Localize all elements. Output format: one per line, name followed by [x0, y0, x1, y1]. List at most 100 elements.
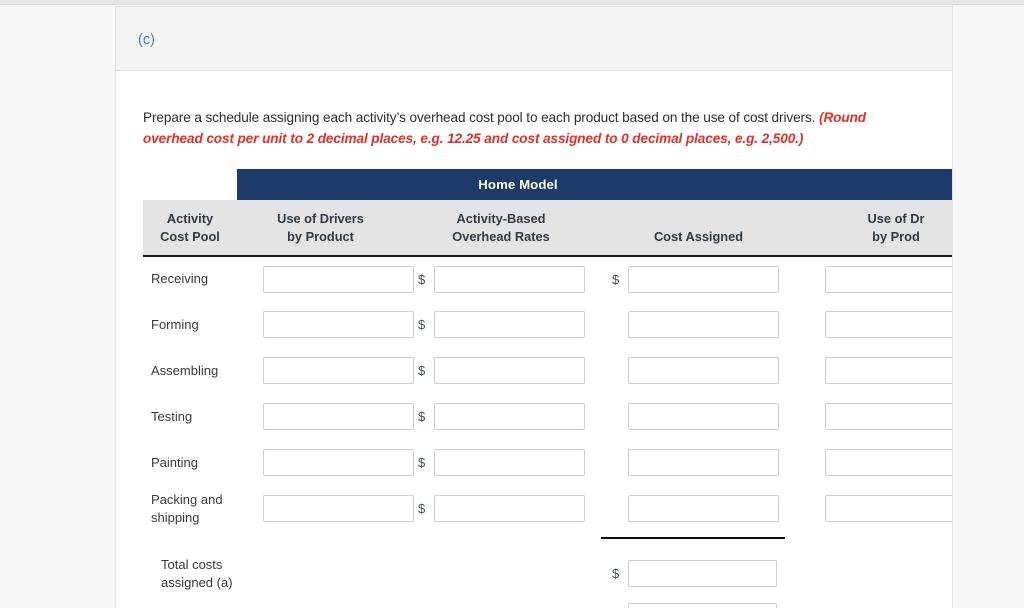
input-rate-packing[interactable] [434, 495, 585, 523]
dollar-sign-rate-testing: $ [418, 409, 426, 425]
screen: (c) Prepare a schedule assigning each ac… [0, 0, 1024, 608]
instructions-main: Prepare a schedule assigning each activi… [143, 109, 816, 125]
row-label-forming: Forming [151, 316, 199, 332]
input-cost-painting[interactable] [628, 449, 779, 477]
input-units[interactable] [628, 602, 777, 608]
cell-units-cost: $ [598, 602, 799, 608]
cell-drivers2-receiving [799, 256, 952, 302]
header-cost-assigned-line1: Cost Assigned [653, 229, 744, 245]
table-row: Assembling $ [143, 348, 952, 394]
row-label-units: Units [143, 603, 237, 608]
header-activity-cost-pool-line1: Activity [166, 210, 214, 226]
dollar-sign-total-cost: $ [612, 566, 620, 582]
dollar-sign-rate-forming: $ [418, 317, 426, 333]
cell-units-drivers2 [799, 603, 952, 608]
input-total-cost-assigned[interactable] [628, 560, 777, 588]
cell-units-rate [404, 603, 598, 608]
input-cost-testing[interactable] [628, 403, 779, 431]
cell-rate-forming: $ [404, 302, 598, 348]
cell-drivers2-forming [799, 302, 952, 348]
cell-rate-packing: $ [404, 486, 598, 532]
cell-drivers2-packing [799, 486, 952, 532]
header-activity-cost-pool: Activity Cost Pool [143, 199, 237, 257]
cell-cost-forming: $ [598, 302, 799, 348]
input-rate-assembling[interactable] [434, 357, 585, 385]
input-drivers2-assembling[interactable] [825, 357, 952, 385]
row-label-testing: Testing [151, 408, 193, 424]
cell-drivers2-testing [799, 394, 952, 440]
rule-spacer-1 [143, 532, 237, 545]
rule-spacer-5 [799, 532, 952, 545]
input-drivers2-packing[interactable] [825, 495, 952, 523]
table-row-total: Total costs assigned (a) $ [143, 545, 952, 603]
cell-total-drivers2 [799, 545, 952, 603]
row-label-total-costs-assigned: Total costs assigned (a) [161, 556, 233, 590]
header-cost-assigned: Cost Assigned [598, 199, 799, 257]
row-label-assembling: Assembling [151, 362, 219, 378]
header-use-of-drivers-2: Use of Dr by Prod [799, 199, 952, 257]
cell-drivers2-painting [799, 440, 952, 486]
input-drivers-assembling[interactable] [263, 357, 414, 385]
schedule-table-body: Receiving $ $ Forming $ Assembling $ Tes… [143, 256, 952, 608]
input-drivers-receiving[interactable] [263, 265, 414, 293]
schedule-table-scroll[interactable]: Home Model Activity Cost Pool Use of Dri… [143, 168, 952, 608]
header-activity-cost-pool-line2: Cost Pool [160, 229, 220, 245]
cell-drivers-packing [237, 486, 414, 532]
input-cost-forming[interactable] [628, 311, 779, 339]
input-drivers2-painting[interactable] [825, 449, 952, 477]
header-activity-based-rates: Activity-Based Overhead Rates [404, 199, 598, 257]
input-drivers-forming[interactable] [263, 311, 414, 339]
table-row: Packing and shipping $ [143, 486, 952, 532]
input-cost-assembling[interactable] [628, 357, 779, 385]
input-cost-receiving[interactable] [628, 265, 779, 293]
cell-drivers-painting [237, 440, 414, 486]
cell-drivers-assembling [237, 348, 414, 394]
viewport-top-strip [0, 0, 1024, 5]
header-activity-based-rates-line2: Overhead Rates [452, 229, 550, 245]
table-row: Painting $ [143, 440, 952, 486]
cell-cost-testing: $ [598, 394, 799, 440]
row-label-painting: Painting [151, 454, 198, 470]
cell-drivers-receiving [237, 256, 414, 302]
input-rate-forming[interactable] [434, 311, 585, 339]
table-row: Receiving $ $ [143, 256, 952, 302]
input-drivers-packing[interactable] [263, 495, 414, 523]
input-rate-receiving[interactable] [434, 265, 585, 293]
cell-rate-testing: $ [404, 394, 598, 440]
input-drivers-testing[interactable] [263, 403, 414, 431]
input-drivers2-receiving[interactable] [825, 265, 952, 293]
cell-drivers-forming [237, 302, 414, 348]
row-label-receiving: Receiving [151, 271, 209, 287]
banner-row: Home Model [143, 168, 952, 200]
input-drivers-painting[interactable] [263, 449, 414, 477]
cell-total-drivers [237, 545, 404, 603]
cell-drivers2-assembling [799, 348, 952, 394]
schedule-table: Home Model Activity Cost Pool Use of Dri… [143, 168, 952, 608]
question-card-body: Prepare a schedule assigning each activi… [116, 71, 952, 608]
input-cost-packing[interactable] [628, 495, 779, 523]
banner-home-model: Home Model [237, 168, 799, 200]
input-drivers2-forming[interactable] [825, 311, 952, 339]
cell-drivers-testing [237, 394, 414, 440]
cell-rate-painting: $ [404, 440, 598, 486]
input-drivers2-testing[interactable] [825, 403, 952, 431]
dollar-sign-cost-receiving: $ [612, 271, 620, 287]
instructions-text: Prepare a schedule assigning each activi… [143, 107, 883, 149]
header-use-of-drivers-2-line2: by Prod [872, 229, 920, 245]
banner-spacer [143, 168, 237, 200]
input-rate-painting[interactable] [434, 449, 585, 477]
row-label-packing-and-shipping: Packing and shipping [151, 491, 223, 525]
table-row: Forming $ [143, 302, 952, 348]
rule-spacer-2 [237, 532, 404, 545]
cell-cost-painting: $ [598, 440, 799, 486]
cell-total-rate [404, 545, 598, 603]
header-use-of-drivers: Use of Drivers by Product [237, 199, 404, 257]
cell-cost-assembling: $ [598, 348, 799, 394]
cost-assigned-subtotal-rule [601, 537, 785, 540]
column-headers-row: Activity Cost Pool Use of Drivers by Pro… [143, 199, 952, 257]
question-card: (c) Prepare a schedule assigning each ac… [115, 6, 953, 608]
header-activity-based-rates-line1: Activity-Based [456, 210, 546, 226]
cell-cost-packing: $ [598, 486, 799, 532]
input-rate-testing[interactable] [434, 403, 585, 431]
cost-assigned-subtotal-rule-cell [598, 532, 799, 545]
